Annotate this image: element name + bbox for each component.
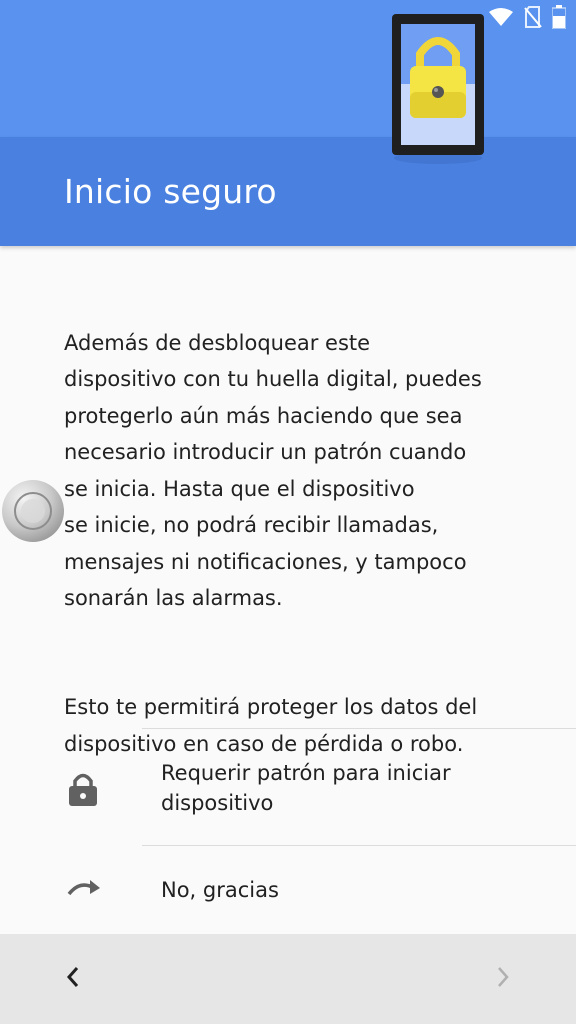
description: Además de desbloquear este dispositivo c… [64,288,534,799]
description-paragraph-1: Además de desbloquear este dispositivo c… [64,330,482,611]
page-title: Inicio seguro [64,172,277,211]
skip-arrow-icon [66,876,102,904]
battery-icon [551,5,567,33]
no-thanks-option[interactable]: No, gracias [0,846,576,934]
back-button[interactable] [28,934,118,1024]
setup-screen: Inicio seguro Además de desbloquear este… [0,0,576,1024]
require-pattern-option[interactable]: Requerir patrón para iniciar dispositivo [0,729,576,845]
assistive-touch-icon [1,480,65,547]
assistive-touch-button[interactable] [1,479,65,543]
chevron-right-icon [495,966,511,992]
wifi-icon [488,7,514,31]
require-pattern-label: Requerir patrón para iniciar dispositivo [161,761,451,815]
no-sim-icon [524,6,542,32]
next-button[interactable] [458,934,548,1024]
chevron-left-icon [65,966,81,992]
phone-padlock-illustration [386,10,490,174]
status-bar [488,5,567,33]
no-thanks-label: No, gracias [161,878,279,902]
bottom-navigation [0,934,576,1024]
lock-icon [66,771,100,811]
